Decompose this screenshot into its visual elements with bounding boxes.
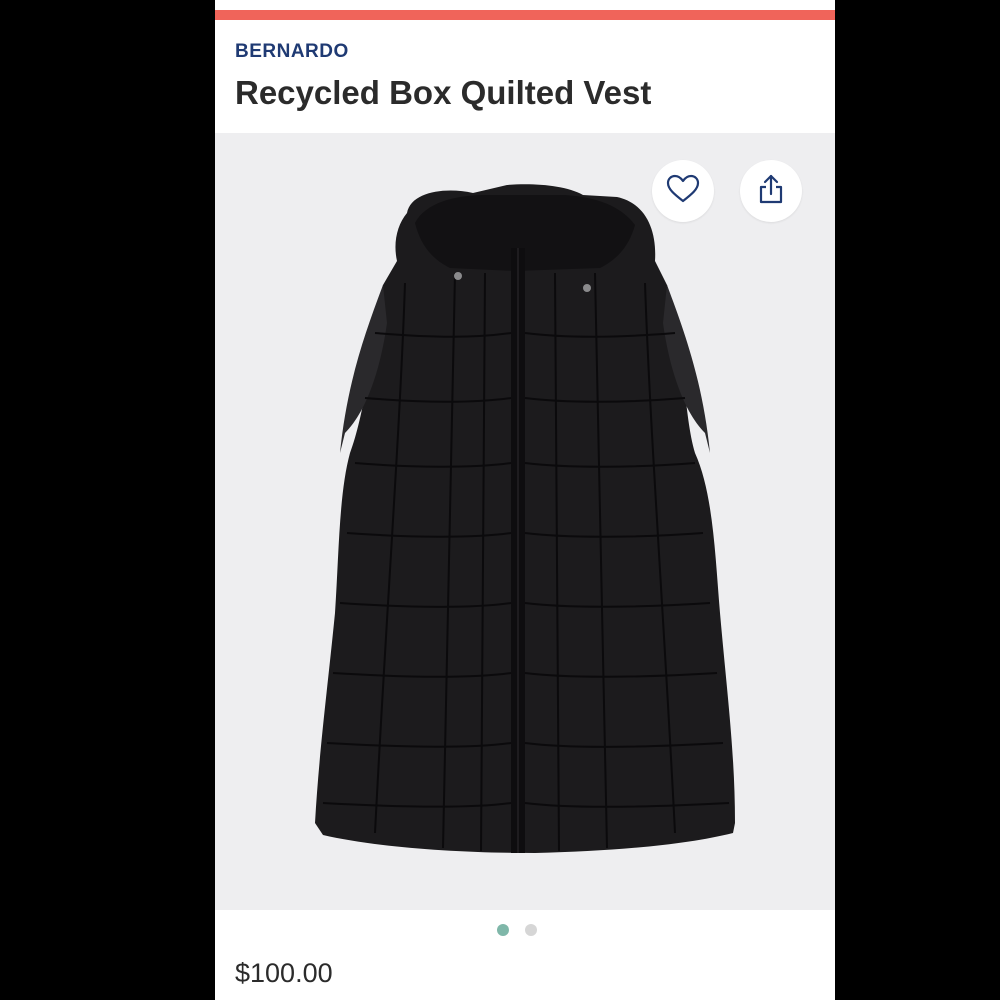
- share-icon: [757, 173, 785, 210]
- product-price: $100.00: [235, 958, 333, 988]
- share-button[interactable]: [740, 160, 802, 222]
- gallery-pagination: [215, 924, 835, 938]
- heart-outline-icon: [666, 174, 700, 209]
- product-title: Recycled Box Quilted Vest: [235, 74, 652, 111]
- brand-name[interactable]: BERNARDO: [235, 41, 349, 63]
- pagination-dot-2[interactable]: [525, 924, 537, 936]
- product-image-gallery[interactable]: [215, 133, 835, 910]
- product-image: [315, 184, 735, 853]
- pagination-dot-1[interactable]: [497, 924, 509, 936]
- accent-bar: [215, 10, 835, 20]
- product-detail-screen: BERNARDO Recycled Box Quilted Vest $100.…: [215, 0, 835, 1000]
- favorite-button[interactable]: [652, 160, 714, 222]
